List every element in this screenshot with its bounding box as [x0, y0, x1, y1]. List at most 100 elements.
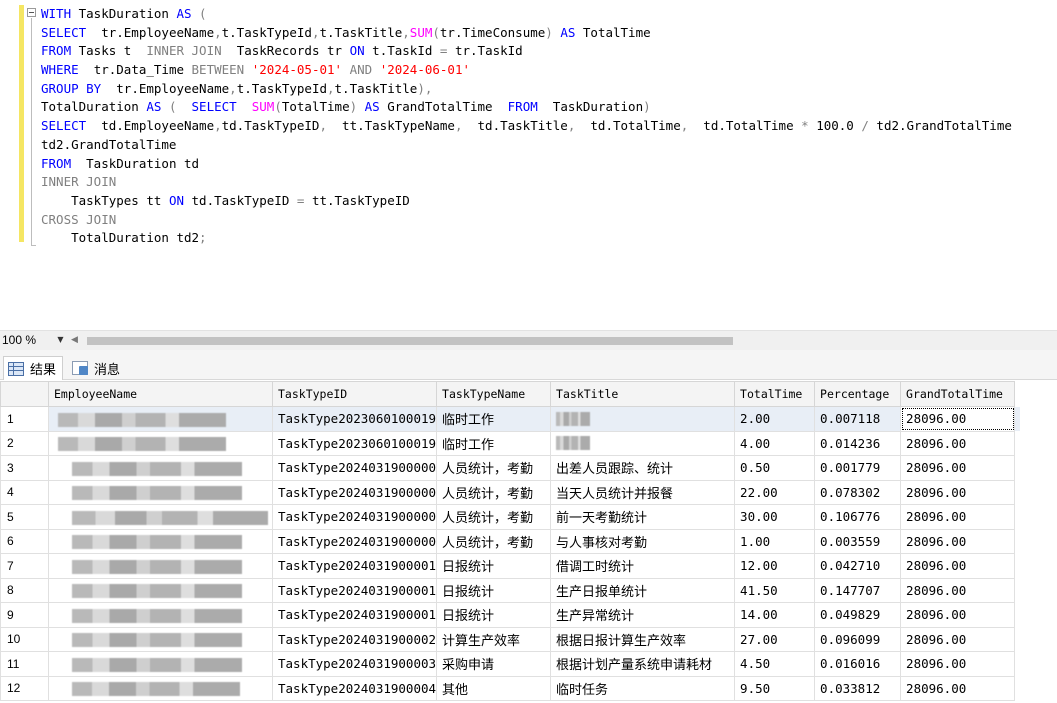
code-line[interactable]: td2.GrandTotalTime	[41, 136, 1012, 155]
column-header[interactable]: Percentage	[814, 381, 902, 407]
cell-grand-total-time[interactable]: 28096.00	[900, 675, 1016, 701]
cell-percentage[interactable]: 0.042710	[814, 553, 902, 579]
cell-grand-total-time[interactable]: 28096.00	[900, 577, 1016, 603]
cell-employee-name[interactable]	[48, 626, 273, 652]
table-row[interactable]: 8 TaskType2024031900001 日报统计 生产日报单统计 41.50 0.…	[0, 577, 1021, 603]
table-row[interactable]: 9 TaskType2024031900001 日报统计 生产异常统计 14.00 0.0…	[0, 602, 1021, 628]
cell-percentage[interactable]: 0.033812	[814, 675, 902, 701]
cell-task-type-id[interactable]: TaskType2023060100019	[271, 430, 438, 456]
code-line[interactable]: CROSS JOIN	[41, 211, 1012, 230]
column-header[interactable]: TaskTypeID	[271, 381, 438, 407]
results-grid[interactable]: EmployeeName TaskTypeID TaskTypeName Tas…	[0, 381, 1057, 703]
row-number[interactable]: 10	[0, 626, 49, 652]
cell-task-title[interactable]: 生产日报单统计	[550, 577, 736, 603]
cell-percentage[interactable]: 0.078302	[814, 479, 902, 505]
code-line[interactable]: TotalDuration AS ( SELECT SUM(TotalTime)…	[41, 98, 1012, 117]
column-header[interactable]: GrandTotalTime	[900, 381, 1016, 407]
row-number[interactable]: 6	[0, 528, 49, 554]
cell-total-time[interactable]: 4.00	[734, 430, 816, 456]
row-number[interactable]: 7	[0, 553, 49, 579]
code-line[interactable]: TotalDuration td2;	[41, 229, 1012, 248]
cell-employee-name[interactable]	[48, 479, 273, 505]
cell-grand-total-time[interactable]: 28096.00	[900, 553, 1016, 579]
cell-percentage[interactable]: 0.147707	[814, 577, 902, 603]
code-area[interactable]: WITH TaskDuration AS (SELECT tr.Employee…	[41, 5, 1012, 248]
cell-task-title[interactable]: 前一天考勤统计	[550, 504, 736, 530]
row-number[interactable]: 2	[0, 430, 49, 456]
cell-task-type-id[interactable]: TaskType2024031900000	[271, 528, 438, 554]
cell-task-title[interactable]: 临时任务	[550, 675, 736, 701]
scroll-left-icon[interactable]: ◀	[71, 334, 81, 346]
cell-employee-name[interactable]	[48, 675, 273, 701]
column-header[interactable]: TaskTypeName	[436, 381, 552, 407]
cell-employee-name[interactable]	[48, 455, 273, 481]
cell-task-title[interactable]: 与人事核对考勤	[550, 528, 736, 554]
table-row[interactable]: 11 TaskType2024031900003 采购申请 根据计划产量系统申请耗材 4…	[0, 651, 1021, 677]
horizontal-scrollbar-thumb[interactable]	[87, 337, 733, 345]
cell-percentage[interactable]: 0.016016	[814, 651, 902, 677]
cell-total-time[interactable]: 1.00	[734, 528, 816, 554]
cell-task-title[interactable]: 根据日报计算生产效率	[550, 626, 736, 652]
cell-grand-total-time[interactable]: 28096.00	[900, 479, 1016, 505]
cell-employee-name[interactable]	[48, 651, 273, 677]
cell-task-type-name[interactable]: 日报统计	[436, 553, 552, 579]
cell-percentage[interactable]: 0.096099	[814, 626, 902, 652]
column-header[interactable]: TotalTime	[734, 381, 816, 407]
row-number[interactable]: 9	[0, 602, 49, 628]
cell-task-type-id[interactable]: TaskType2024031900003	[271, 651, 438, 677]
cell-total-time[interactable]: 4.50	[734, 651, 816, 677]
cell-grand-total-time[interactable]: 28096.00	[900, 651, 1016, 677]
cell-percentage[interactable]: 0.001779	[814, 455, 902, 481]
table-row[interactable]: 10 TaskType2024031900002 计算生产效率 根据日报计算生产效率 2…	[0, 626, 1021, 652]
cell-employee-name[interactable]	[48, 553, 273, 579]
sql-editor[interactable]: WITH TaskDuration AS (SELECT tr.Employee…	[0, 0, 1057, 330]
code-line[interactable]: WITH TaskDuration AS (	[41, 5, 1012, 24]
table-row[interactable]: 6 TaskType2024031900000 人员统计，考勤 与人事核对考勤 1.00…	[0, 528, 1021, 554]
cell-task-type-id[interactable]: TaskType2023060100019	[271, 406, 438, 432]
cell-task-type-id[interactable]: TaskType2024031900000	[271, 455, 438, 481]
cell-task-type-name[interactable]: 人员统计，考勤	[436, 479, 552, 505]
cell-percentage[interactable]: 0.049829	[814, 602, 902, 628]
column-header[interactable]: EmployeeName	[48, 381, 273, 407]
cell-task-title[interactable]: 出差人员跟踪、统计	[550, 455, 736, 481]
table-row[interactable]: 1 TaskType2023060100019 临时工作 2.00 0.007118 28…	[0, 406, 1021, 432]
cell-task-type-id[interactable]: TaskType2024031900002	[271, 626, 438, 652]
code-line[interactable]: SELECT tr.EmployeeName,t.TaskTypeId,t.Ta…	[41, 24, 1012, 43]
cell-task-type-name[interactable]: 人员统计，考勤	[436, 455, 552, 481]
cell-task-type-id[interactable]: TaskType2024031900001	[271, 553, 438, 579]
row-number[interactable]: 11	[0, 651, 49, 677]
cell-grand-total-time[interactable]: 28096.00	[900, 626, 1016, 652]
cell-task-type-id[interactable]: TaskType2024031900000	[271, 479, 438, 505]
cell-task-type-name[interactable]: 日报统计	[436, 602, 552, 628]
cell-task-title[interactable]: 根据计划产量系统申请耗材	[550, 651, 736, 677]
cell-grand-total-time[interactable]: 28096.00	[900, 455, 1016, 481]
cell-total-time[interactable]: 0.50	[734, 455, 816, 481]
cell-total-time[interactable]: 41.50	[734, 577, 816, 603]
cell-task-type-name[interactable]: 人员统计，考勤	[436, 528, 552, 554]
cell-task-title[interactable]: 生产异常统计	[550, 602, 736, 628]
cell-task-type-name[interactable]: 临时工作	[436, 430, 552, 456]
zoom-level[interactable]: 100 %	[2, 333, 36, 347]
cell-task-type-name[interactable]: 采购申请	[436, 651, 552, 677]
cell-grand-total-time[interactable]: 28096.00	[900, 504, 1016, 530]
cell-grand-total-time[interactable]: 28096.00	[900, 406, 1016, 432]
cell-total-time[interactable]: 9.50	[734, 675, 816, 701]
cell-task-type-name[interactable]: 其他	[436, 675, 552, 701]
row-number[interactable]: 1	[0, 406, 49, 432]
cell-employee-name[interactable]	[48, 602, 273, 628]
row-number[interactable]: 12	[0, 675, 49, 701]
cell-percentage[interactable]: 0.007118	[814, 406, 902, 432]
cell-total-time[interactable]: 22.00	[734, 479, 816, 505]
cell-task-type-id[interactable]: TaskType2024031900004	[271, 675, 438, 701]
cell-grand-total-time[interactable]: 28096.00	[900, 528, 1016, 554]
tab-results[interactable]: 结果	[3, 356, 64, 380]
table-row[interactable]: 12 TaskType2024031900004 其他 临时任务 9.50 0.03381…	[0, 675, 1021, 701]
code-line[interactable]: GROUP BY tr.EmployeeName,t.TaskTypeId,t.…	[41, 80, 1012, 99]
cell-total-time[interactable]: 2.00	[734, 406, 816, 432]
cell-task-type-name[interactable]: 人员统计，考勤	[436, 504, 552, 530]
cell-total-time[interactable]: 12.00	[734, 553, 816, 579]
cell-employee-name[interactable]	[48, 504, 273, 530]
row-number[interactable]: 4	[0, 479, 49, 505]
cell-percentage[interactable]: 0.014236	[814, 430, 902, 456]
table-row[interactable]: 2 TaskType2023060100019 临时工作 4.00 0.014236 28…	[0, 430, 1021, 456]
